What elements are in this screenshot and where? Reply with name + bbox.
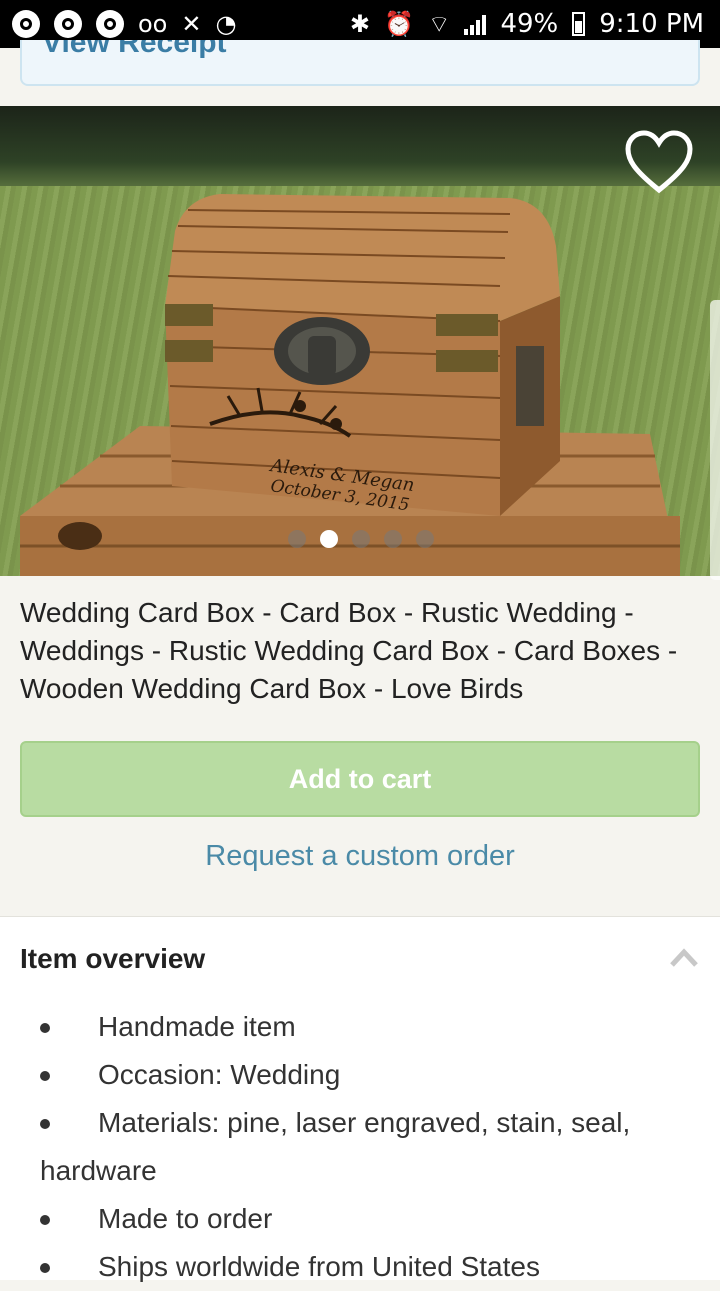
clock: 9:10 PM — [599, 9, 704, 39]
carousel-dot[interactable] — [384, 530, 402, 548]
list-item: Materials: pine, laser engraved, stain, … — [0, 1099, 720, 1195]
request-custom-order-link[interactable]: Request a custom order — [0, 840, 720, 873]
battery-icon — [572, 12, 586, 36]
chrome-icon — [96, 10, 124, 38]
view-receipt-link[interactable]: View Receipt — [42, 40, 227, 60]
scrollbar[interactable] — [710, 300, 720, 580]
voicemail-icon: oo — [138, 10, 168, 38]
carousel-dot-active[interactable] — [320, 530, 338, 548]
system-icons: ✱ ⏰ ⌔ 49% 9:10 PM — [350, 9, 704, 39]
favorite-heart-icon[interactable] — [624, 130, 694, 196]
carousel-indicators — [288, 530, 434, 548]
list-item: Made to order — [0, 1195, 720, 1243]
missed-call-icon: ✕ — [181, 10, 202, 38]
alarm-icon: ⏰ — [383, 10, 414, 38]
chevron-up-icon[interactable] — [670, 947, 698, 967]
carousel-dot[interactable] — [352, 530, 370, 548]
receipt-card: View Receipt — [20, 40, 700, 86]
messenger-icon — [12, 10, 40, 38]
carousel-dot[interactable] — [416, 530, 434, 548]
list-item: Occasion: Wedding — [0, 1051, 720, 1099]
product-image: Alexis & Megan October 3, 2015 — [20, 194, 680, 576]
wifi-question-icon: ◔ — [215, 10, 237, 38]
wifi-icon: ⌔ — [427, 10, 451, 38]
overview-list: Handmade item Occasion: Wedding Material… — [0, 1003, 720, 1291]
chrome-icon — [54, 10, 82, 38]
list-item: Ships worldwide from United States — [0, 1243, 720, 1291]
product-image-carousel[interactable]: Alexis & Megan October 3, 2015 — [0, 106, 720, 576]
signal-icon — [464, 13, 487, 35]
product-title: Wedding Card Box - Card Box - Rustic Wed… — [20, 597, 678, 704]
add-to-cart-button[interactable]: Add to cart — [20, 741, 700, 817]
carousel-dot[interactable] — [288, 530, 306, 548]
item-overview-section: Item overview Handmade item Occasion: We… — [0, 916, 720, 1282]
list-item: Handmade item — [0, 1003, 720, 1051]
item-overview-title[interactable]: Item overview — [20, 943, 205, 975]
battery-percent: 49% — [500, 9, 559, 39]
bluetooth-icon: ✱ — [349, 10, 370, 38]
notification-icons: oo ✕ ◔ — [12, 10, 236, 38]
